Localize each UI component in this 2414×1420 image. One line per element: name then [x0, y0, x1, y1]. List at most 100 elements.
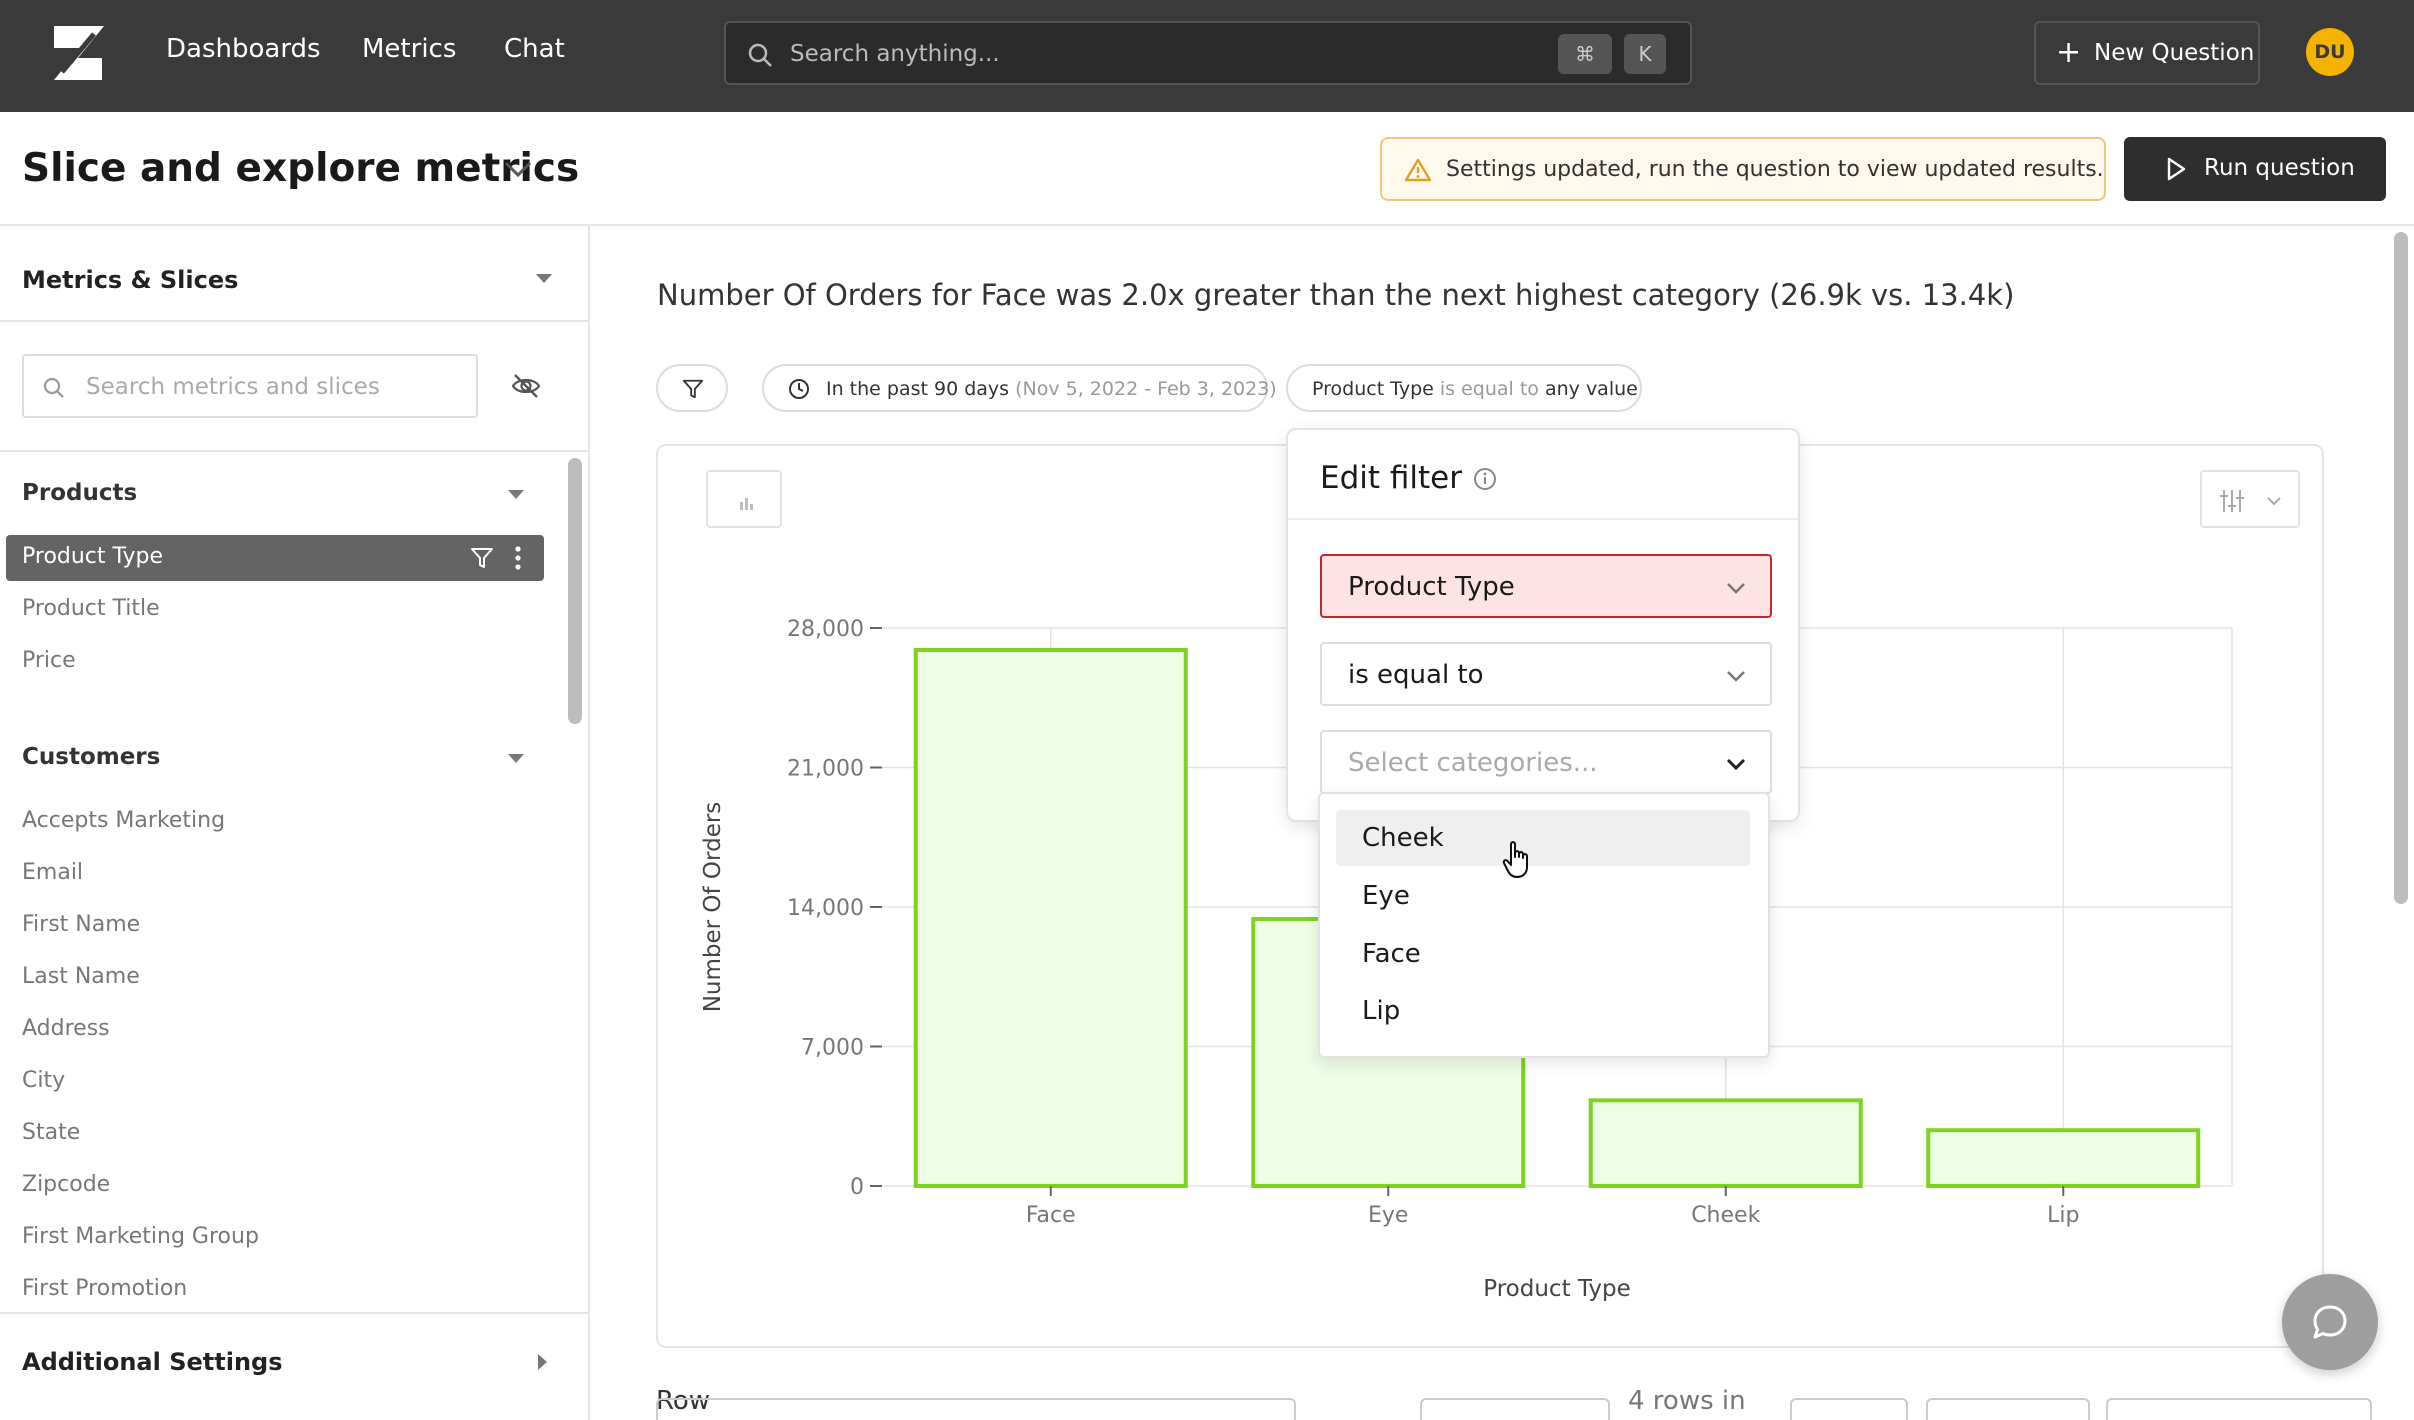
date-range-label: In the past 90 days	[826, 378, 1010, 400]
play-icon	[2167, 157, 2186, 181]
sidebar-item-accepts-marketing[interactable]: Accepts Marketing	[22, 808, 225, 833]
y-tick-label: 28,000	[787, 617, 864, 642]
popover-title: Edit filter	[1320, 460, 1462, 496]
option-cheek[interactable]: Cheek	[1336, 810, 1750, 866]
add-filter-chip[interactable]	[656, 364, 728, 412]
x-tick-label: Cheek	[1691, 1203, 1760, 1228]
option-lip[interactable]: Lip	[1336, 983, 1750, 1039]
chevron-down-icon	[1726, 758, 1746, 771]
categories-select[interactable]: Select categories...	[1320, 730, 1772, 794]
page-title: Slice and explore metrics	[22, 146, 580, 191]
run-question-label: Run question	[2204, 155, 2355, 181]
sidebar-item-first-name[interactable]: First Name	[22, 912, 140, 937]
x-tick-label: Lip	[2047, 1203, 2079, 1228]
insight-summary: Number Of Orders for Face was 2.0x great…	[657, 278, 2015, 312]
banner-text: Settings updated, run the question to vi…	[1446, 157, 2104, 182]
nav-dashboards[interactable]: Dashboards	[166, 34, 321, 64]
edit-filter-popover: Edit filter Product Type is equal to Sel…	[1286, 428, 1800, 822]
eye-off-icon[interactable]	[510, 370, 542, 402]
filter-icon	[682, 379, 704, 399]
settings-updated-banner: Settings updated, run the question to vi…	[1380, 137, 2106, 201]
row-select[interactable]	[1420, 1398, 1610, 1420]
group-title-products[interactable]: Products	[22, 480, 137, 506]
option-label: Lip	[1362, 996, 1401, 1026]
bar-face	[913, 647, 1188, 1188]
sidebar-item-label: Product Type	[22, 544, 164, 569]
chevron-down-icon[interactable]	[500, 156, 536, 182]
y-tick-label: 7,000	[801, 1036, 864, 1061]
y-tick-label: 0	[850, 1175, 864, 1200]
sidebar-search[interactable]	[22, 354, 478, 418]
bar-lip	[1926, 1128, 2201, 1189]
date-range-chip[interactable]: In the past 90 days (Nov 5, 2022 - Feb 3…	[762, 364, 1277, 412]
operator-select-value: is equal to	[1348, 660, 1484, 690]
info-icon[interactable]	[1472, 466, 1498, 492]
sidebar-divider	[0, 320, 590, 322]
main-scrollbar[interactable]	[2394, 232, 2408, 904]
collapse-caret-icon[interactable]	[536, 274, 552, 283]
sidebar-item-first-promotion[interactable]: First Promotion	[22, 1276, 187, 1301]
app-logo-icon[interactable]	[48, 22, 110, 84]
products-caret-icon[interactable]	[508, 490, 524, 499]
sidebar-heading: Metrics & Slices	[22, 266, 239, 294]
shortcut-key-cmd: ⌘	[1558, 34, 1612, 74]
field-select-value: Product Type	[1348, 572, 1515, 602]
chevron-down-icon	[1727, 671, 1745, 682]
more-vertical-icon[interactable]	[514, 545, 522, 571]
run-question-button[interactable]: Run question	[2124, 137, 2386, 201]
additional-settings-section[interactable]: Additional Settings	[0, 1312, 588, 1420]
option-label: Eye	[1362, 881, 1410, 911]
sidebar-item-price[interactable]: Price	[22, 648, 76, 673]
user-avatar[interactable]: DU	[2306, 28, 2354, 76]
bar-cheek	[1588, 1098, 1863, 1188]
operator-select[interactable]: is equal to	[1320, 642, 1772, 706]
sidebar-item-city[interactable]: City	[22, 1068, 65, 1093]
x-axis-title: Product Type	[1483, 1276, 1630, 1302]
rows-count-text: 4 rows in	[1628, 1386, 1746, 1416]
metrics-sidebar: Metrics & Slices Products Product Type P…	[0, 226, 590, 1420]
sidebar-item-email[interactable]: Email	[22, 860, 83, 885]
option-label: Face	[1362, 939, 1421, 969]
search-icon	[43, 377, 64, 398]
warning-icon	[1404, 158, 1432, 182]
table-action-button[interactable]	[2106, 1398, 2372, 1420]
option-eye[interactable]: Eye	[1336, 868, 1750, 924]
table-action-button[interactable]	[1926, 1398, 2090, 1420]
sidebar-item-last-name[interactable]: Last Name	[22, 964, 140, 989]
sidebar-item-zipcode[interactable]: Zipcode	[22, 1172, 110, 1197]
filter-chip-field: Product Type	[1312, 378, 1434, 400]
new-question-label: New Question	[2094, 40, 2255, 66]
y-tick-label: 14,000	[787, 896, 864, 921]
customers-caret-icon[interactable]	[508, 754, 524, 763]
categories-dropdown: Cheek Eye Face Lip	[1318, 792, 1770, 1058]
sidebar-search-input[interactable]	[86, 368, 466, 406]
nav-chat[interactable]: Chat	[504, 34, 565, 64]
filter-chip-operator: is equal to	[1439, 378, 1539, 400]
product-type-filter-chip[interactable]: Product Type is equal to any value	[1286, 364, 1642, 412]
additional-settings-label: Additional Settings	[22, 1348, 283, 1376]
nav-metrics[interactable]: Metrics	[362, 34, 456, 64]
global-search[interactable]: ⌘ K	[724, 21, 1692, 85]
sidebar-item-product-type[interactable]: Product Type	[6, 535, 544, 581]
plus-icon: +	[2056, 35, 2082, 70]
expand-caret-icon[interactable]	[538, 1354, 547, 1370]
chevron-down-icon	[1727, 583, 1745, 594]
y-axis-title: Number Of Orders	[700, 802, 726, 1013]
filter-icon[interactable]	[470, 546, 494, 570]
sidebar-item-state[interactable]: State	[22, 1120, 80, 1145]
chat-bubble-icon	[2313, 1305, 2347, 1339]
sidebar-item-first-marketing-group[interactable]: First Marketing Group	[22, 1224, 259, 1249]
table-action-button[interactable]	[1790, 1398, 1908, 1420]
chat-fab-button[interactable]	[2282, 1274, 2378, 1370]
group-title-customers[interactable]: Customers	[22, 744, 160, 770]
global-search-input[interactable]	[790, 35, 1550, 73]
sidebar-item-product-title[interactable]: Product Title	[22, 596, 160, 621]
date-range-dates: (Nov 5, 2022 - Feb 3, 2023)	[1015, 378, 1277, 400]
field-select[interactable]: Product Type	[1320, 554, 1772, 618]
sidebar-item-address[interactable]: Address	[22, 1016, 110, 1041]
sidebar-scrollbar[interactable]	[568, 458, 582, 724]
x-tick-label: Eye	[1368, 1203, 1408, 1228]
new-question-button[interactable]: + New Question	[2034, 21, 2260, 85]
sidebar-divider	[0, 450, 590, 452]
option-face[interactable]: Face	[1336, 926, 1750, 982]
